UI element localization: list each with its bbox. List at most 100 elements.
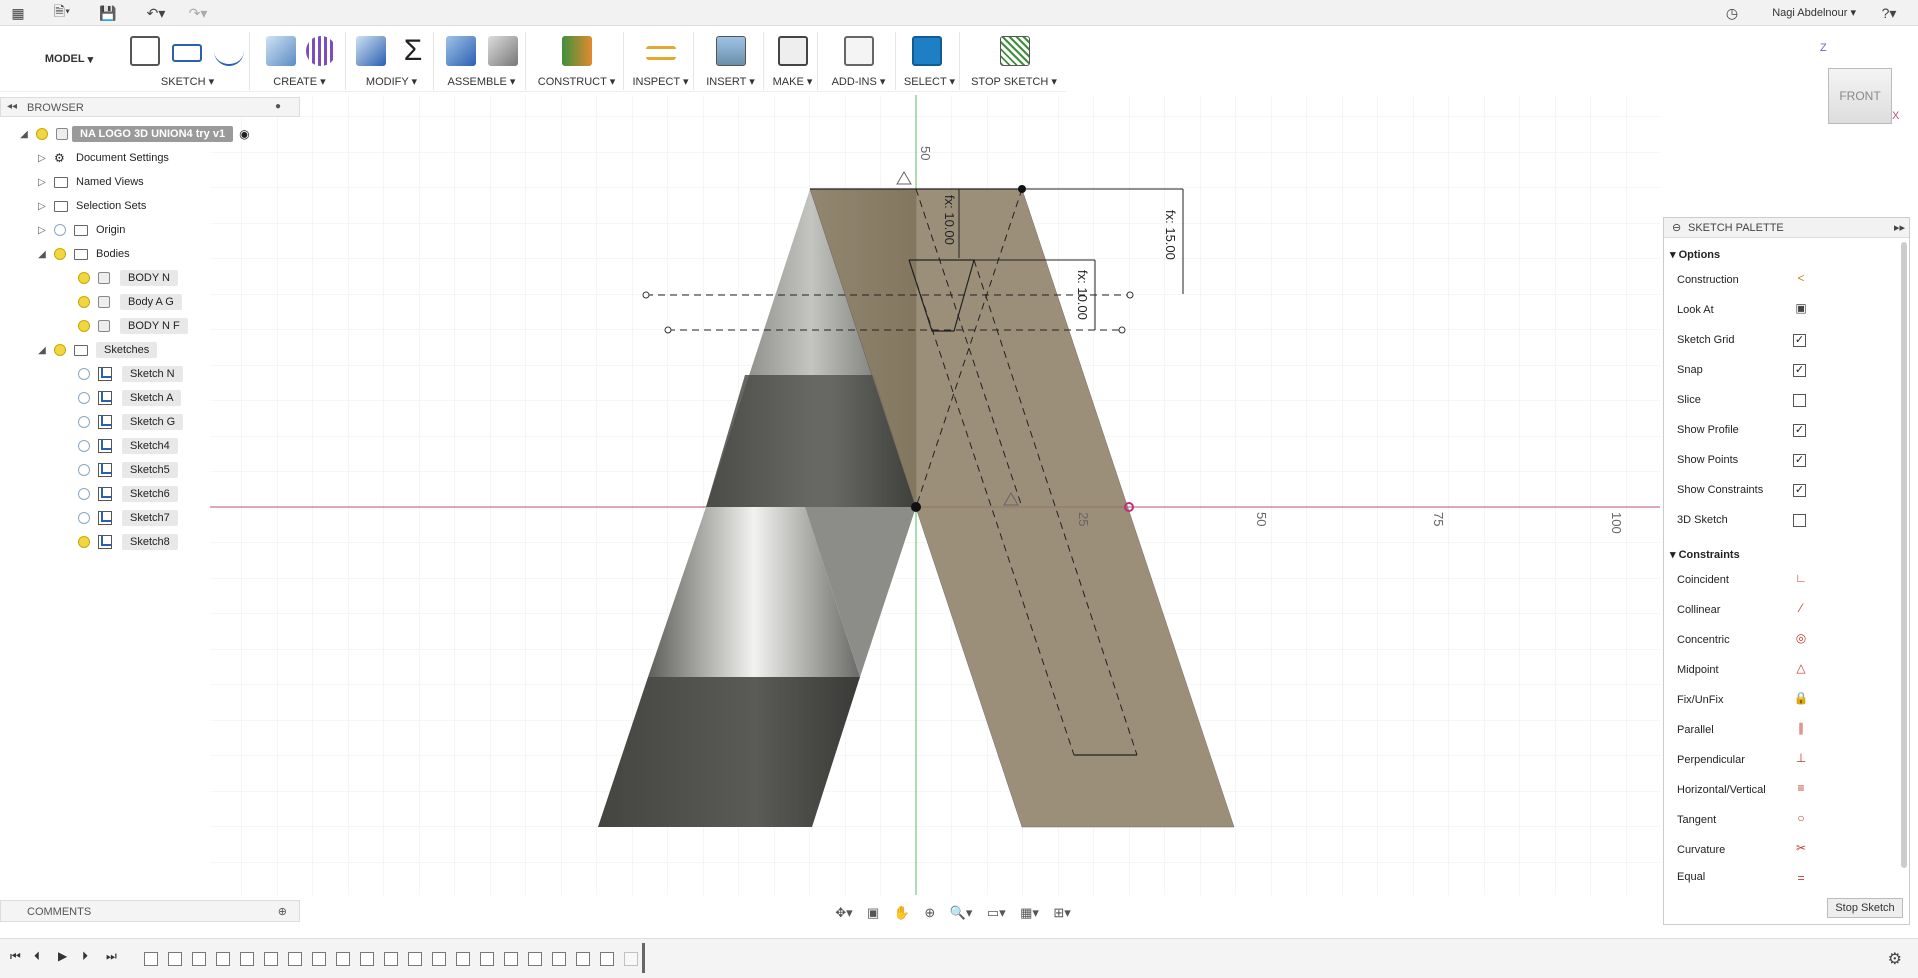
- timeline-feature[interactable]: [456, 952, 470, 966]
- constraint-fix-unfix[interactable]: Fix/UnFix 🔒: [1677, 690, 1887, 710]
- timeline-feature[interactable]: [288, 952, 302, 966]
- coincident-icon[interactable]: ∟: [1793, 571, 1809, 587]
- tree-item-bodies[interactable]: ◢ Bodies: [36, 244, 130, 264]
- tree-root[interactable]: ◢ NA LOGO 3D UNION4 try v1 ◉: [18, 124, 250, 144]
- option-look-at[interactable]: Look At ▣: [1677, 300, 1887, 320]
- palette-scrollbar[interactable]: [1901, 242, 1907, 868]
- tree-item-selection-sets[interactable]: ▷ Selection Sets: [36, 196, 146, 216]
- tree-item-sketch8[interactable]: Sketch8: [78, 532, 178, 552]
- timeline-feature[interactable]: [144, 952, 158, 966]
- expand-icon[interactable]: ▸▸: [1894, 221, 1905, 234]
- timeline-feature[interactable]: [408, 952, 422, 966]
- timeline-feature[interactable]: [264, 952, 278, 966]
- view-cube[interactable]: FRONT: [1828, 68, 1892, 124]
- step-back-icon[interactable]: ⏴: [34, 949, 40, 964]
- go-to-start-icon[interactable]: ⏮: [10, 949, 21, 964]
- visibility-bulb-icon[interactable]: [54, 344, 66, 356]
- timeline-feature[interactable]: [600, 952, 614, 966]
- palette-header[interactable]: ⊖ SKETCH PALETTE ▸▸: [1664, 218, 1909, 238]
- line-endpoint[interactable]: [1126, 291, 1134, 299]
- option-show-points[interactable]: Show Points ✓: [1677, 450, 1887, 470]
- option-slice[interactable]: Slice: [1677, 390, 1887, 410]
- visibility-bulb-icon[interactable]: [78, 296, 90, 308]
- constraint-midpoint[interactable]: Midpoint △: [1677, 660, 1887, 680]
- expand-triangle-icon[interactable]: ▷: [36, 225, 48, 236]
- pin-icon[interactable]: ●: [275, 101, 281, 112]
- line-endpoint[interactable]: [1118, 326, 1126, 334]
- timeline-feature[interactable]: [216, 952, 230, 966]
- timeline-feature[interactable]: [480, 952, 494, 966]
- option-construction[interactable]: Construction <: [1677, 270, 1887, 290]
- option-snap[interactable]: Snap ✓: [1677, 360, 1887, 380]
- checkbox[interactable]: ✓: [1793, 334, 1806, 347]
- tree-item-document-settings[interactable]: ▷ ⚙ Document Settings: [36, 148, 169, 168]
- stop-sketch-button[interactable]: Stop Sketch: [1827, 898, 1903, 918]
- tangent-icon[interactable]: ○: [1793, 811, 1809, 827]
- pan-icon[interactable]: ✋: [894, 905, 910, 921]
- fit-icon[interactable]: 🔍▾: [950, 905, 973, 921]
- tree-item-sketch7[interactable]: Sketch7: [78, 508, 178, 528]
- look-at-icon[interactable]: ▣: [867, 905, 879, 921]
- collinear-icon[interactable]: ⁄: [1793, 601, 1809, 617]
- perpendicular-icon[interactable]: ⊥: [1793, 751, 1809, 767]
- visibility-bulb-icon[interactable]: [78, 536, 90, 548]
- parallel-icon[interactable]: ∥: [1793, 721, 1809, 737]
- zoom-icon[interactable]: ⊕: [924, 905, 935, 921]
- option-3d-sketch[interactable]: 3D Sketch: [1677, 510, 1887, 530]
- tree-item-sketch4[interactable]: Sketch4: [78, 436, 178, 456]
- checkbox[interactable]: ✓: [1793, 364, 1806, 377]
- root-label[interactable]: NA LOGO 3D UNION4 try v1: [72, 126, 234, 142]
- add-comment-icon[interactable]: ⊕: [278, 905, 287, 918]
- visibility-bulb-icon[interactable]: [78, 272, 90, 284]
- dimension-15[interactable]: fx: 15.00: [1163, 210, 1178, 260]
- timeline-feature[interactable]: [624, 952, 638, 966]
- tree-item-origin[interactable]: ▷ Origin: [36, 220, 125, 240]
- tree-item-sketches[interactable]: ◢ Sketches: [36, 340, 158, 360]
- timeline-feature[interactable]: [312, 952, 326, 966]
- checkbox[interactable]: ✓: [1793, 454, 1806, 467]
- constraint-parallel[interactable]: Parallel ∥: [1677, 720, 1887, 740]
- dimension-10-vertical[interactable]: fx: 10.00: [942, 195, 957, 245]
- checkbox[interactable]: ✓: [1793, 424, 1806, 437]
- expand-triangle-icon[interactable]: ◢: [36, 345, 48, 356]
- play-icon[interactable]: ▶: [58, 949, 67, 963]
- tree-item-body-n-f[interactable]: BODY N F: [78, 316, 188, 336]
- tree-item-sketch-n[interactable]: Sketch N: [78, 364, 183, 384]
- grid-settings-icon[interactable]: ▦▾: [1020, 905, 1039, 921]
- tree-item-named-views[interactable]: ▷ Named Views: [36, 172, 144, 192]
- browser-panel-header[interactable]: ◂◂ BROWSER ●: [0, 97, 300, 117]
- activate-radio-icon[interactable]: ◉: [239, 127, 249, 141]
- visibility-bulb-icon[interactable]: [78, 440, 90, 452]
- visibility-bulb-icon[interactable]: [78, 464, 90, 476]
- option-sketch-grid[interactable]: Sketch Grid ✓: [1677, 330, 1887, 350]
- curvature-icon[interactable]: ✂: [1793, 841, 1809, 857]
- visibility-bulb-icon[interactable]: [78, 488, 90, 500]
- checkbox[interactable]: [1793, 394, 1806, 407]
- collapse-icon[interactable]: ◂◂: [7, 101, 17, 112]
- look-at-icon[interactable]: ▣: [1793, 301, 1809, 317]
- collapse-icon[interactable]: ⊖: [1672, 221, 1681, 234]
- constraint-curvature[interactable]: Curvature ✂: [1677, 840, 1887, 860]
- constraint-equal[interactable]: Equal =: [1677, 870, 1887, 884]
- expand-triangle-icon[interactable]: ▷: [36, 201, 48, 212]
- viewport-canvas[interactable]: 50 25 50 75 100 fx: 10.00 fx: 15.00 fx: …: [0, 0, 1918, 978]
- expand-triangle-icon[interactable]: ◢: [18, 129, 30, 140]
- line-endpoint[interactable]: [664, 326, 672, 334]
- line-endpoint[interactable]: [642, 291, 650, 299]
- constraint-horizontal-vertical[interactable]: Horizontal/Vertical ≡: [1677, 780, 1887, 800]
- display-settings-icon[interactable]: ▭▾: [987, 905, 1006, 921]
- expand-triangle-icon[interactable]: ▷: [36, 153, 48, 164]
- lock-icon[interactable]: 🔒: [1793, 691, 1809, 707]
- option-show-constraints[interactable]: Show Constraints ✓: [1677, 480, 1887, 500]
- midpoint-icon[interactable]: △: [1793, 661, 1809, 677]
- constraint-concentric[interactable]: Concentric ◎: [1677, 630, 1887, 650]
- checkbox[interactable]: ✓: [1793, 484, 1806, 497]
- visibility-bulb-icon[interactable]: [78, 512, 90, 524]
- expand-triangle-icon[interactable]: ▷: [36, 177, 48, 188]
- visibility-bulb-icon[interactable]: [78, 392, 90, 404]
- constraint-coincident[interactable]: Coincident ∟: [1677, 570, 1887, 590]
- timeline-feature[interactable]: [360, 952, 374, 966]
- timeline-feature[interactable]: [240, 952, 254, 966]
- timeline-feature[interactable]: [528, 952, 542, 966]
- timeline-feature[interactable]: [168, 952, 182, 966]
